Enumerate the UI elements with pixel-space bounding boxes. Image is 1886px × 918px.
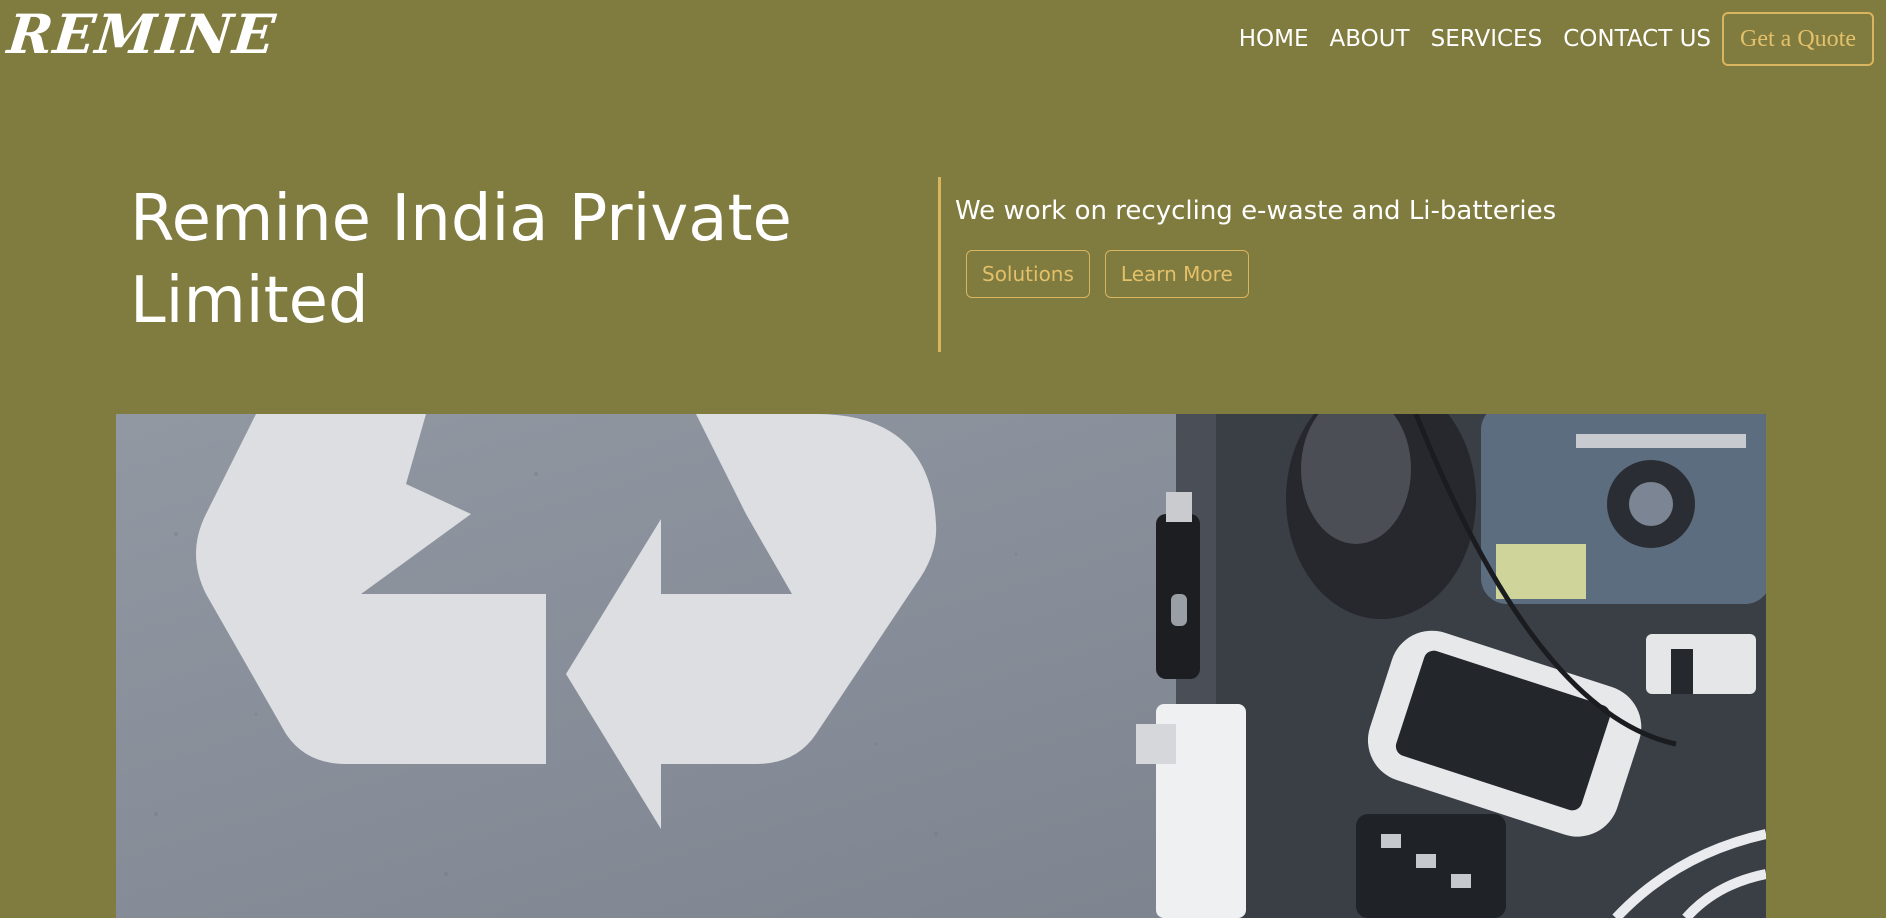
hero-title: Remine India Private Limited: [130, 182, 792, 338]
recycle-ewaste-illustration: [116, 414, 1766, 918]
hero-tagline: We work on recycling e-waste and Li-batt…: [955, 196, 1557, 226]
nav-link-home[interactable]: HOME: [1239, 26, 1309, 52]
nav-link-services[interactable]: SERVICES: [1431, 26, 1543, 52]
nav-links: HOME ABOUT SERVICES CONTACT US Get a Quo…: [1218, 12, 1874, 66]
navbar: REMINE HOME ABOUT SERVICES CONTACT US Ge…: [0, 0, 1886, 82]
camera-icon: [1481, 414, 1766, 604]
hero-buttons: Solutions Learn More: [966, 250, 1264, 298]
usb-stick-icon: [1156, 492, 1200, 679]
nav-link-about[interactable]: ABOUT: [1330, 26, 1410, 52]
solutions-button[interactable]: Solutions: [966, 250, 1090, 298]
logo[interactable]: REMINE: [5, 2, 279, 66]
get-quote-button[interactable]: Get a Quote: [1722, 12, 1874, 66]
hero-image: [116, 414, 1766, 918]
keypad-icon: [1356, 814, 1506, 918]
hero-divider: [938, 177, 941, 352]
nav-link-contact[interactable]: CONTACT US: [1563, 26, 1711, 52]
learn-more-button[interactable]: Learn More: [1104, 250, 1249, 298]
